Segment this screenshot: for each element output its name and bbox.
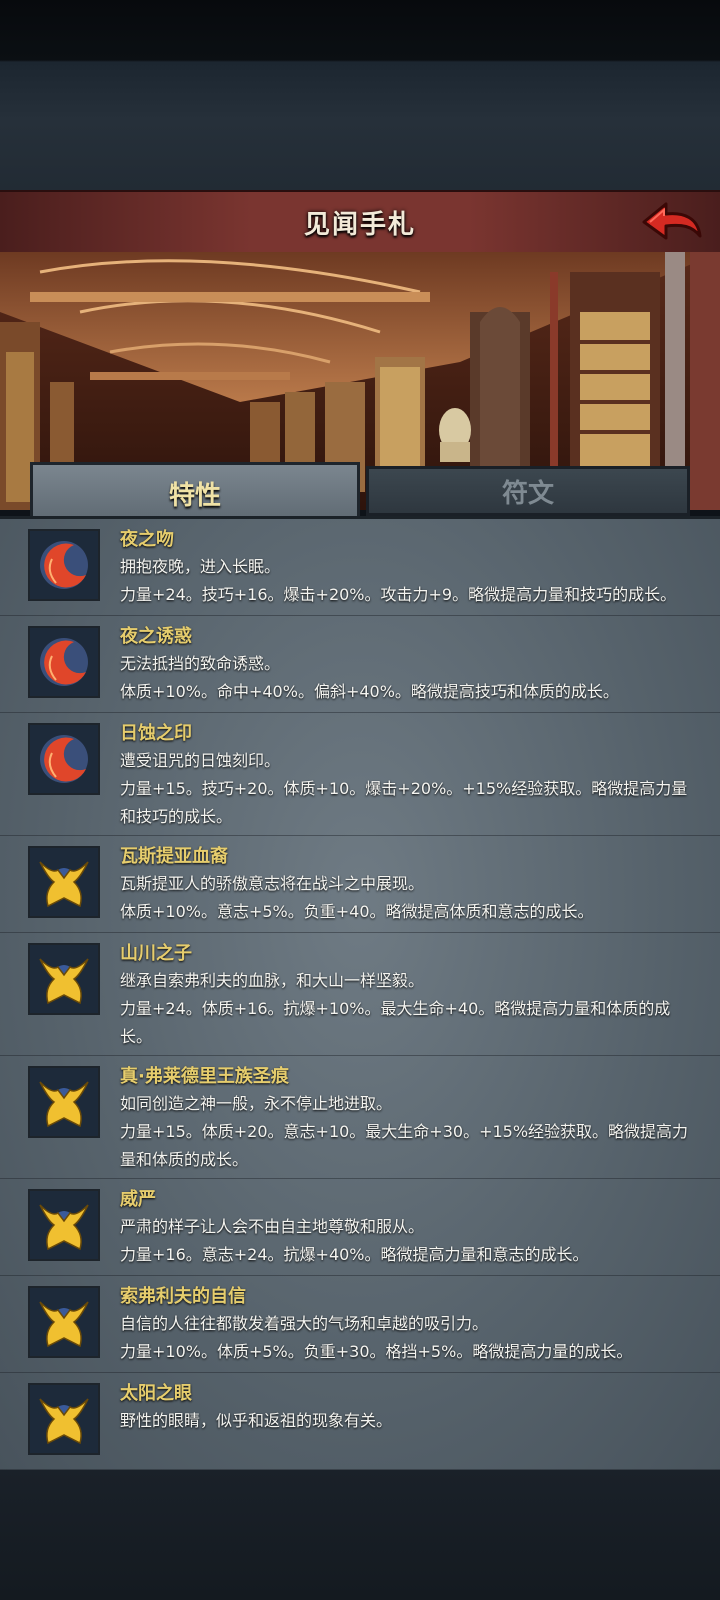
golden-crown-icon — [28, 1066, 100, 1138]
list-item[interactable]: 威严 严肃的样子让人会不由自主地尊敬和服从。 力量+16。意志+24。抗爆+40… — [0, 1179, 720, 1276]
back-button[interactable] — [638, 198, 706, 246]
golden-crown-icon — [28, 1383, 100, 1455]
trait-desc: 无法抵挡的致命诱惑。 — [120, 654, 281, 673]
trait-desc: 自信的人往往都散发着强大的气场和卓越的吸引力。 — [120, 1314, 489, 1333]
list-item[interactable]: 索弗利夫的自信 自信的人往往都散发着强大的气场和卓越的吸引力。 力量+10%。体… — [0, 1276, 720, 1373]
list-item[interactable]: 太阳之眼 野性的眼睛，似乎和返祖的现象有关。 — [0, 1373, 720, 1470]
trait-name: 真·弗莱德里王族圣痕 — [120, 1066, 289, 1087]
golden-crown-icon — [28, 943, 100, 1015]
golden-crown-icon — [28, 846, 100, 918]
title-bar: 见闻手札 — [0, 190, 720, 254]
trait-desc: 野性的眼睛，似乎和返祖的现象有关。 — [120, 1411, 393, 1430]
trait-list: 夜之吻 拥抱夜晚，进入长眠。 力量+24。技巧+16。爆击+20%。攻击力+9。… — [0, 519, 720, 1470]
trait-desc: 拥抱夜晚，进入长眠。 — [120, 557, 281, 576]
tab-bar: 特性 符文 — [30, 462, 690, 521]
list-item[interactable]: 夜之吻 拥抱夜晚，进入长眠。 力量+24。技巧+16。爆击+20%。攻击力+9。… — [0, 519, 720, 616]
trait-name: 索弗利夫的自信 — [120, 1286, 246, 1307]
trait-name: 夜之诱惑 — [120, 626, 192, 647]
trait-list-panel[interactable]: 夜之吻 拥抱夜晚，进入长眠。 力量+24。技巧+16。爆击+20%。攻击力+9。… — [0, 516, 720, 1473]
golden-crown-icon — [28, 1189, 100, 1261]
back-arrow-icon — [642, 202, 702, 240]
trait-stats: 力量+24。体质+16。抗爆+10%。最大生命+40。略微提高力量和体质的成长。 — [120, 999, 671, 1046]
list-item[interactable]: 夜之诱惑 无法抵挡的致命诱惑。 体质+10%。命中+40%。偏斜+40%。略微提… — [0, 616, 720, 713]
tab-traits[interactable]: 特性 — [30, 462, 360, 521]
trait-stats: 力量+16。意志+24。抗爆+40%。略微提高力量和意志的成长。 — [120, 1245, 589, 1264]
trait-desc: 如同创造之神一般，永不停止地进取。 — [120, 1094, 393, 1113]
crescent-moon-icon — [28, 626, 100, 698]
list-item[interactable]: 日蚀之印 遭受诅咒的日蚀刻印。 力量+15。技巧+20。体质+10。爆击+20%… — [0, 713, 720, 836]
trait-desc: 瓦斯提亚人的骄傲意志将在战斗之中展现。 — [120, 874, 425, 893]
trait-desc: 继承自索弗利夫的血脉，和大山一样坚毅。 — [120, 971, 425, 990]
trait-desc: 严肃的样子让人会不由自主地尊敬和服从。 — [120, 1217, 425, 1236]
trait-name: 太阳之眼 — [120, 1383, 192, 1404]
trait-stats: 力量+15。技巧+20。体质+10。爆击+20%。+15%经验获取。略微提高力量… — [120, 779, 688, 826]
trait-name: 夜之吻 — [120, 529, 174, 550]
trait-name: 日蚀之印 — [120, 723, 192, 744]
crescent-moon-icon — [28, 723, 100, 795]
trait-name: 瓦斯提亚血裔 — [120, 846, 228, 867]
trait-stats: 力量+15。体质+20。意志+10。最大生命+30。+15%经验获取。略微提高力… — [120, 1122, 689, 1169]
list-item[interactable]: 山川之子 继承自索弗利夫的血脉，和大山一样坚毅。 力量+24。体质+16。抗爆+… — [0, 933, 720, 1056]
list-item[interactable]: 瓦斯提亚血裔 瓦斯提亚人的骄傲意志将在战斗之中展现。 体质+10%。意志+5%。… — [0, 836, 720, 933]
trait-stats: 力量+24。技巧+16。爆击+20%。攻击力+9。略微提高力量和技巧的成长。 — [120, 585, 677, 604]
trait-stats — [120, 1435, 720, 1439]
trait-name: 威严 — [120, 1189, 156, 1210]
page-title: 见闻手札 — [303, 209, 416, 240]
bottom-area — [0, 1470, 720, 1600]
golden-crown-icon — [28, 1286, 100, 1358]
trait-name: 山川之子 — [120, 943, 192, 964]
trait-stats: 体质+10%。意志+5%。负重+40。略微提高体质和意志的成长。 — [120, 902, 594, 921]
trait-stats: 力量+10%。体质+5%。负重+30。格挡+5%。略微提高力量的成长。 — [120, 1342, 633, 1361]
trait-stats: 体质+10%。命中+40%。偏斜+40%。略微提高技巧和体质的成长。 — [120, 682, 619, 701]
trait-desc: 遭受诅咒的日蚀刻印。 — [120, 751, 281, 770]
crescent-moon-icon — [28, 529, 100, 601]
tab-runes[interactable]: 符文 — [366, 466, 690, 516]
status-area — [0, 0, 720, 190]
list-item[interactable]: 真·弗莱德里王族圣痕 如同创造之神一般，永不停止地进取。 力量+15。体质+20… — [0, 1056, 720, 1179]
